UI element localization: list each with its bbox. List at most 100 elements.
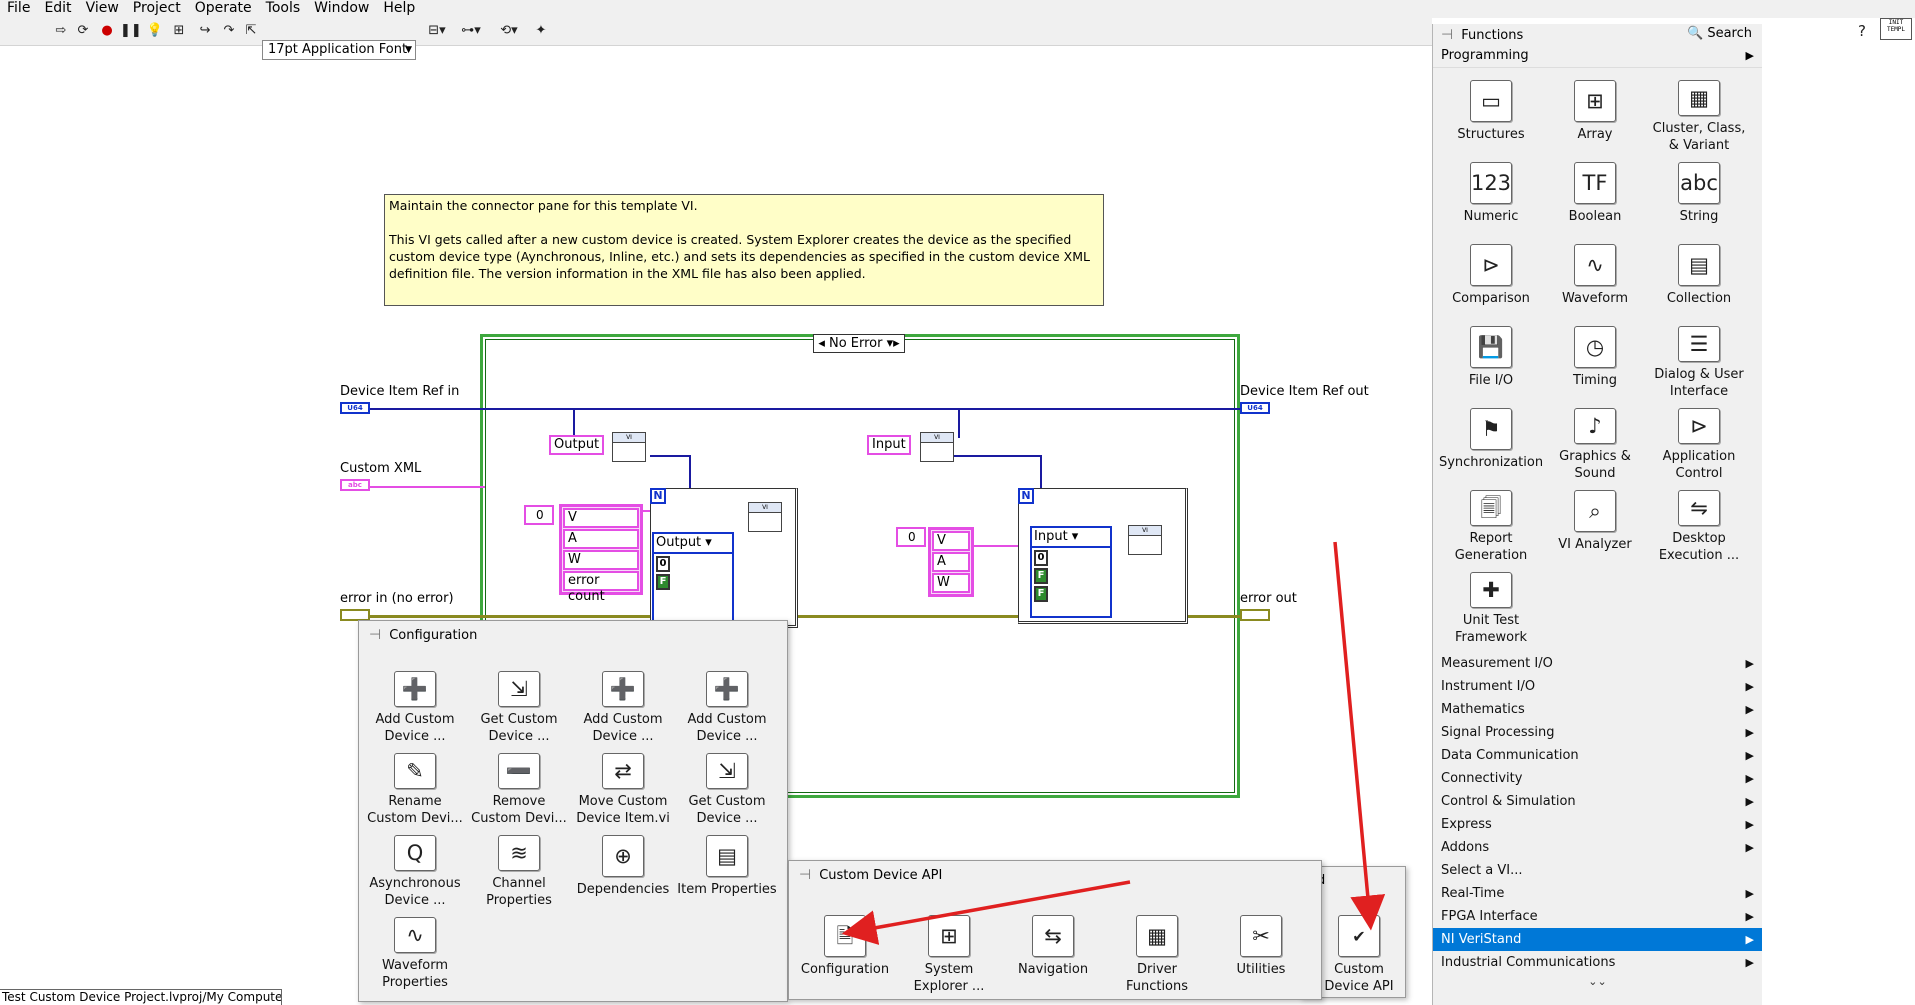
category-connectivity[interactable]: Connectivity ▶ [1433,767,1762,790]
font-selector[interactable]: 17pt Application Font ▼ [262,40,416,60]
menu-operate[interactable]: Operate [188,0,259,18]
item-properties-item[interactable]: ▤ Item Properties [675,835,779,909]
index-constant[interactable]: 0 [896,527,926,547]
category-ni-veristand[interactable]: NI VeriStand ▶ [1433,928,1762,951]
category-select-a-vi-[interactable]: Select a VI... [1433,859,1762,882]
category-instrument-i-o[interactable]: Instrument I/O ▶ [1433,675,1762,698]
graphics-item[interactable]: ♪ Graphics & Sound [1543,408,1647,482]
comment-note[interactable]: Maintain the connector pane for this tem… [384,194,1104,306]
custom-xml-terminal[interactable]: abc [340,479,370,491]
custom-device-api-item[interactable]: ✔ Custom Device API [1311,915,1407,995]
menu-project[interactable]: Project [126,0,188,18]
input-ref-wire[interactable] [950,455,1042,457]
category-signal-processing[interactable]: Signal Processing ▶ [1433,721,1762,744]
menu-tools[interactable]: Tools [259,0,308,18]
thumbtack-icon[interactable]: ⊣ [369,627,381,643]
structures-item[interactable]: ▭ Structures [1439,80,1543,154]
menu-view[interactable]: View [79,0,126,18]
add-custom-device-item-item[interactable]: ➕ Add Custom Device ... [571,671,675,745]
configuration-palette[interactable]: ⊣ Configuration ➕ Add Custom Device ... ⇲ Ge… [358,620,788,1002]
context-help-icon[interactable]: ? [1858,22,1866,40]
input-string-constant[interactable]: Input [867,435,911,455]
set-item-property-vi-icon[interactable]: VI [1128,525,1162,555]
output-string-constant[interactable]: Output [549,435,605,455]
input-unbundle-node[interactable]: Input ▾ 0 F F [1030,526,1112,618]
device-ref-branch-wire[interactable] [958,408,960,438]
run-arrow-icon[interactable]: ⇨ [52,22,70,40]
error-out-terminal[interactable] [1240,609,1270,621]
configuration-palette-header[interactable]: ⊣ Configuration [359,621,787,649]
device-item-ref-in-terminal[interactable]: U64 [340,402,370,414]
pause-icon[interactable]: ❚❚ [120,22,142,40]
output-unbundle-node[interactable]: Output ▾ 0 F [652,532,734,622]
asynchronous-item[interactable]: Q Asynchronous Device ... [363,835,467,909]
search-button[interactable]: 🔍 Search [1687,26,1752,41]
custom-xml-wire[interactable] [370,486,485,488]
string-item[interactable]: abc String [1647,162,1751,236]
synchronization-item[interactable]: ⚑ Synchronization [1439,408,1543,482]
step-over-icon[interactable]: ↷ [220,22,238,40]
array-item[interactable]: ⊞ Array [1543,80,1647,154]
thumbtack-icon[interactable]: ⊣ [1441,27,1453,43]
custom-device-api-palette[interactable]: ⊣ Custom Device API 🗎 Configuration ⊞ System… [788,860,1322,1000]
loop-count-terminal[interactable]: N [650,488,666,504]
functions-palette[interactable]: ⊣ Functions 🔍 Search Programming ▶ ▭ Struct… [1432,24,1762,1005]
expand-more-icon[interactable]: ⌄⌄ [1433,975,1762,988]
report-item[interactable]: 🗐 Report Generation [1439,490,1543,564]
category-express[interactable]: Express ▶ [1433,813,1762,836]
configuration-folder-item[interactable]: 🗎 Configuration [793,915,897,995]
get-device-properties-item[interactable]: ⇲ Get Custom Device ... [675,753,779,827]
menu-help[interactable]: Help [376,0,422,18]
file-io-item[interactable]: 💾 File I/O [1439,326,1543,400]
navigation-folder-item[interactable]: ⇆ Navigation [1001,915,1105,995]
get-custom-device-item-vi-icon[interactable]: VI [920,432,954,462]
retain-wire-values-icon[interactable]: ⊞ [170,22,188,40]
menu-file[interactable]: File [0,0,37,18]
add-custom-device-item[interactable]: ➕ Add Custom Device ... [363,671,467,745]
reorder-icon[interactable]: ⟲▾ [496,22,522,40]
channel-properties-item[interactable]: ≋ Channel Properties [467,835,571,909]
thumbtack-icon[interactable]: ⊣ [799,867,811,883]
vi-analyzer-item[interactable]: ⌕ VI Analyzer [1543,490,1647,564]
waveform-item[interactable]: ∿ Waveform [1543,244,1647,318]
collection-item[interactable]: ▤ Collection [1647,244,1751,318]
boolean-item[interactable]: TF Boolean [1543,162,1647,236]
menu-edit[interactable]: Edit [37,0,78,18]
custom-device-api-palette-header[interactable]: ⊣ Custom Device API [789,861,1321,889]
remove-item[interactable]: ➖ Remove Custom Devi... [467,753,571,827]
category-fpga-interface[interactable]: FPGA Interface ▶ [1433,905,1762,928]
step-out-icon[interactable]: ⇱ [242,22,260,40]
application-control-item[interactable]: ⊳ Application Control [1647,408,1751,482]
category-mathematics[interactable]: Mathematics ▶ [1433,698,1762,721]
device-ref-wire[interactable] [370,408,1240,410]
step-into-icon[interactable]: ↪ [196,22,214,40]
dialog-item[interactable]: ☰ Dialog & User Interface [1647,326,1751,400]
cluster-item[interactable]: ▦ Cluster, Class, & Variant [1647,80,1751,154]
distribute-objects-icon[interactable]: ⊶▾ [458,22,484,40]
programming-category[interactable]: Programming ▶ [1433,46,1762,68]
numeric-item[interactable]: 123 Numeric [1439,162,1543,236]
comparison-item[interactable]: ⊳ Comparison [1439,244,1543,318]
highlight-execution-icon[interactable]: 💡 [146,22,164,40]
menu-window[interactable]: Window [307,0,376,18]
loop-count-terminal[interactable]: N [1018,488,1034,504]
device-item-ref-out-terminal[interactable]: U64 [1240,402,1270,414]
dependencies-item[interactable]: ⊕ Dependencies [571,835,675,909]
add-custom-device-section-item[interactable]: ➕ Add Custom Device ... [675,671,779,745]
prev-case-icon[interactable]: ◂ [818,336,825,351]
next-case-icon[interactable]: ▾▸ [887,336,900,351]
category-real-time[interactable]: Real-Time ▶ [1433,882,1762,905]
output-cluster-constant[interactable]: V A Werror count [559,504,643,604]
timing-item[interactable]: ◷ Timing [1543,326,1647,400]
set-item-property-vi-icon[interactable]: VI [748,502,782,532]
utilities-folder-item[interactable]: ✂ Utilities [1209,915,1313,995]
run-continuously-icon[interactable]: ⟳ [74,22,92,40]
device-ref-branch-wire[interactable] [573,408,575,438]
index-constant[interactable]: 0 [524,505,554,525]
unit-test-item[interactable]: ✚ Unit Test Framework [1439,572,1543,646]
functions-palette-header[interactable]: ⊣ Functions 🔍 Search [1433,24,1762,46]
input-cluster-wire[interactable] [974,545,1018,547]
waveform-properties-item[interactable]: ∿ Waveform Properties [363,917,467,991]
category-data-communication[interactable]: Data Communication ▶ [1433,744,1762,767]
desktop-execution-item[interactable]: ⇋ Desktop Execution ... [1647,490,1751,564]
